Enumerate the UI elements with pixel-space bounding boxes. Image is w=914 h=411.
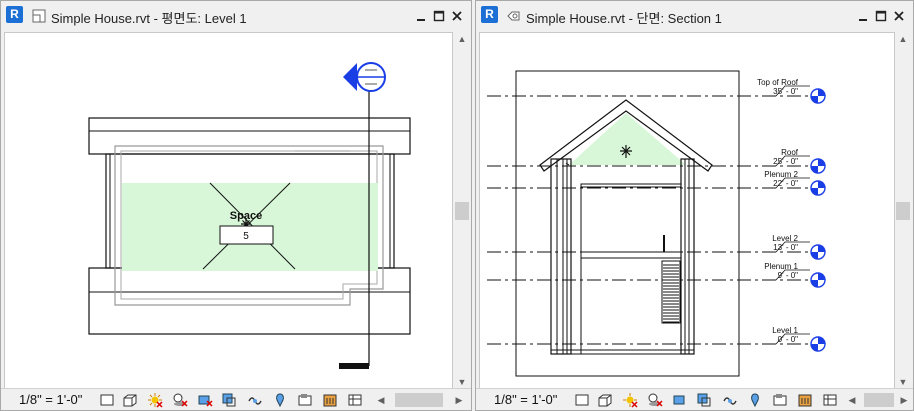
left-view-control-bar: 1/8" = 1'-0" ◀ ▶ xyxy=(1,388,471,410)
floor-plan-canvas[interactable]: Space 5 xyxy=(4,32,453,389)
level-head-icon[interactable] xyxy=(810,336,826,352)
level-name[interactable]: Roof xyxy=(781,148,799,157)
show-crop-region-icon[interactable] xyxy=(221,392,237,408)
space-number: 5 xyxy=(243,231,249,242)
left-titlebar[interactable]: R Simple House.rvt - 평면도: Level 1 xyxy=(1,1,471,31)
hide-analytical-model-icon[interactable] xyxy=(347,392,363,408)
level-2-floor[interactable] xyxy=(580,251,682,259)
reveal-hidden-icon[interactable] xyxy=(272,392,288,408)
h-scroll-thumb[interactable] xyxy=(395,393,443,407)
level-name[interactable]: Level 1 xyxy=(772,326,798,335)
stair[interactable] xyxy=(661,260,681,324)
h-scroll-left-arrow[interactable]: ◀ xyxy=(373,392,389,408)
h-scroll-left-arrow[interactable]: ◀ xyxy=(844,392,860,408)
level-elevation[interactable]: 35' - 0" xyxy=(773,87,798,96)
level-elevation[interactable]: 22' - 0" xyxy=(773,179,798,188)
section-view-icon xyxy=(507,11,520,21)
show-crop-region-icon[interactable] xyxy=(696,392,712,408)
reveal-hidden-icon[interactable] xyxy=(747,392,763,408)
level-elevation[interactable]: 13' - 0" xyxy=(773,243,798,252)
maximize-icon[interactable] xyxy=(873,7,889,25)
level-head-icon[interactable] xyxy=(810,158,826,174)
scroll-thumb[interactable] xyxy=(455,202,469,220)
section-drawing: Top of Roof35' - 0" Roof25' - 0" Plenum 22… xyxy=(487,70,826,377)
temporary-view-properties-icon[interactable] xyxy=(772,392,788,408)
visual-style-icon[interactable] xyxy=(122,392,138,408)
section-window: R Simple House.rvt - 단면: Section 1 Top o… xyxy=(475,0,914,411)
level-name[interactable]: Plenum 1 xyxy=(764,262,798,271)
detail-level-icon[interactable] xyxy=(99,392,115,408)
hide-analytical-model-icon[interactable] xyxy=(822,392,838,408)
level-head-icon[interactable] xyxy=(810,244,826,260)
maximize-icon[interactable] xyxy=(431,7,447,25)
floor-plan-drawing: Space 5 xyxy=(88,62,411,369)
view-scale[interactable]: 1/8" = 1'-0" xyxy=(494,392,557,407)
revit-app-icon: R xyxy=(481,6,498,23)
close-icon[interactable] xyxy=(449,7,465,25)
window-title: Simple House.rvt - 단면: Section 1 xyxy=(526,11,722,26)
close-icon[interactable] xyxy=(891,7,907,25)
left-vertical-scrollbar[interactable]: ▲ ▼ xyxy=(454,32,470,389)
level-elevation[interactable]: 0' - 0" xyxy=(778,335,799,344)
crop-view-icon[interactable] xyxy=(197,392,213,408)
h-scroll-thumb[interactable] xyxy=(864,393,894,407)
section-tail[interactable] xyxy=(339,363,369,369)
right-vertical-scrollbar[interactable]: ▲ ▼ xyxy=(895,32,911,389)
plenum-2-floor[interactable] xyxy=(580,183,682,188)
minimize-icon[interactable] xyxy=(855,7,871,25)
right-view-control-bar: 1/8" = 1'-0" ◀ ▶ xyxy=(476,388,913,410)
level-head-icon[interactable] xyxy=(810,272,826,288)
visual-style-icon[interactable] xyxy=(597,392,613,408)
temporary-hide-icon[interactable] xyxy=(247,392,263,408)
level-name[interactable]: Plenum 2 xyxy=(764,170,798,179)
level-name[interactable]: Level 2 xyxy=(772,234,798,243)
level-elevation[interactable]: 25' - 0" xyxy=(773,157,798,166)
crop-view-icon[interactable] xyxy=(672,392,688,408)
minimize-icon[interactable] xyxy=(413,7,429,25)
h-scroll-right-arrow[interactable]: ▶ xyxy=(896,392,912,408)
worksharing-display-icon[interactable] xyxy=(322,392,338,408)
right-titlebar[interactable]: R Simple House.rvt - 단면: Section 1 xyxy=(476,1,913,31)
detail-level-icon[interactable] xyxy=(574,392,590,408)
view-scale[interactable]: 1/8" = 1'-0" xyxy=(19,392,82,407)
level-head-icon[interactable] xyxy=(810,88,826,104)
worksharing-display-icon[interactable] xyxy=(797,392,813,408)
section-head-icon[interactable] xyxy=(343,62,386,92)
temporary-view-properties-icon[interactable] xyxy=(297,392,313,408)
floor-plan-window: R Simple House.rvt - 평면도: Level 1 Space … xyxy=(0,0,472,411)
level-name[interactable]: Top of Roof xyxy=(757,78,799,87)
section-canvas[interactable]: Top of Roof 35' - 0" Roof 25' - 0" Plenum 22… xyxy=(479,32,895,389)
bottom-wall xyxy=(88,267,411,335)
h-scroll-right-arrow[interactable]: ▶ xyxy=(451,392,467,408)
level-elevation[interactable]: 9' - 0" xyxy=(778,271,799,280)
scroll-thumb[interactable] xyxy=(896,202,910,220)
level-head-icon[interactable] xyxy=(810,180,826,196)
sun-path-icon[interactable] xyxy=(622,392,638,408)
shadows-icon[interactable] xyxy=(647,392,663,408)
window-title: Simple House.rvt - 평면도: Level 1 xyxy=(51,11,247,26)
temporary-hide-icon[interactable] xyxy=(722,392,738,408)
floor-plan-view-icon xyxy=(32,9,46,23)
sun-path-icon[interactable] xyxy=(147,392,163,408)
top-wall xyxy=(88,117,411,155)
shadows-icon[interactable] xyxy=(172,392,188,408)
revit-app-icon: R xyxy=(6,6,23,23)
